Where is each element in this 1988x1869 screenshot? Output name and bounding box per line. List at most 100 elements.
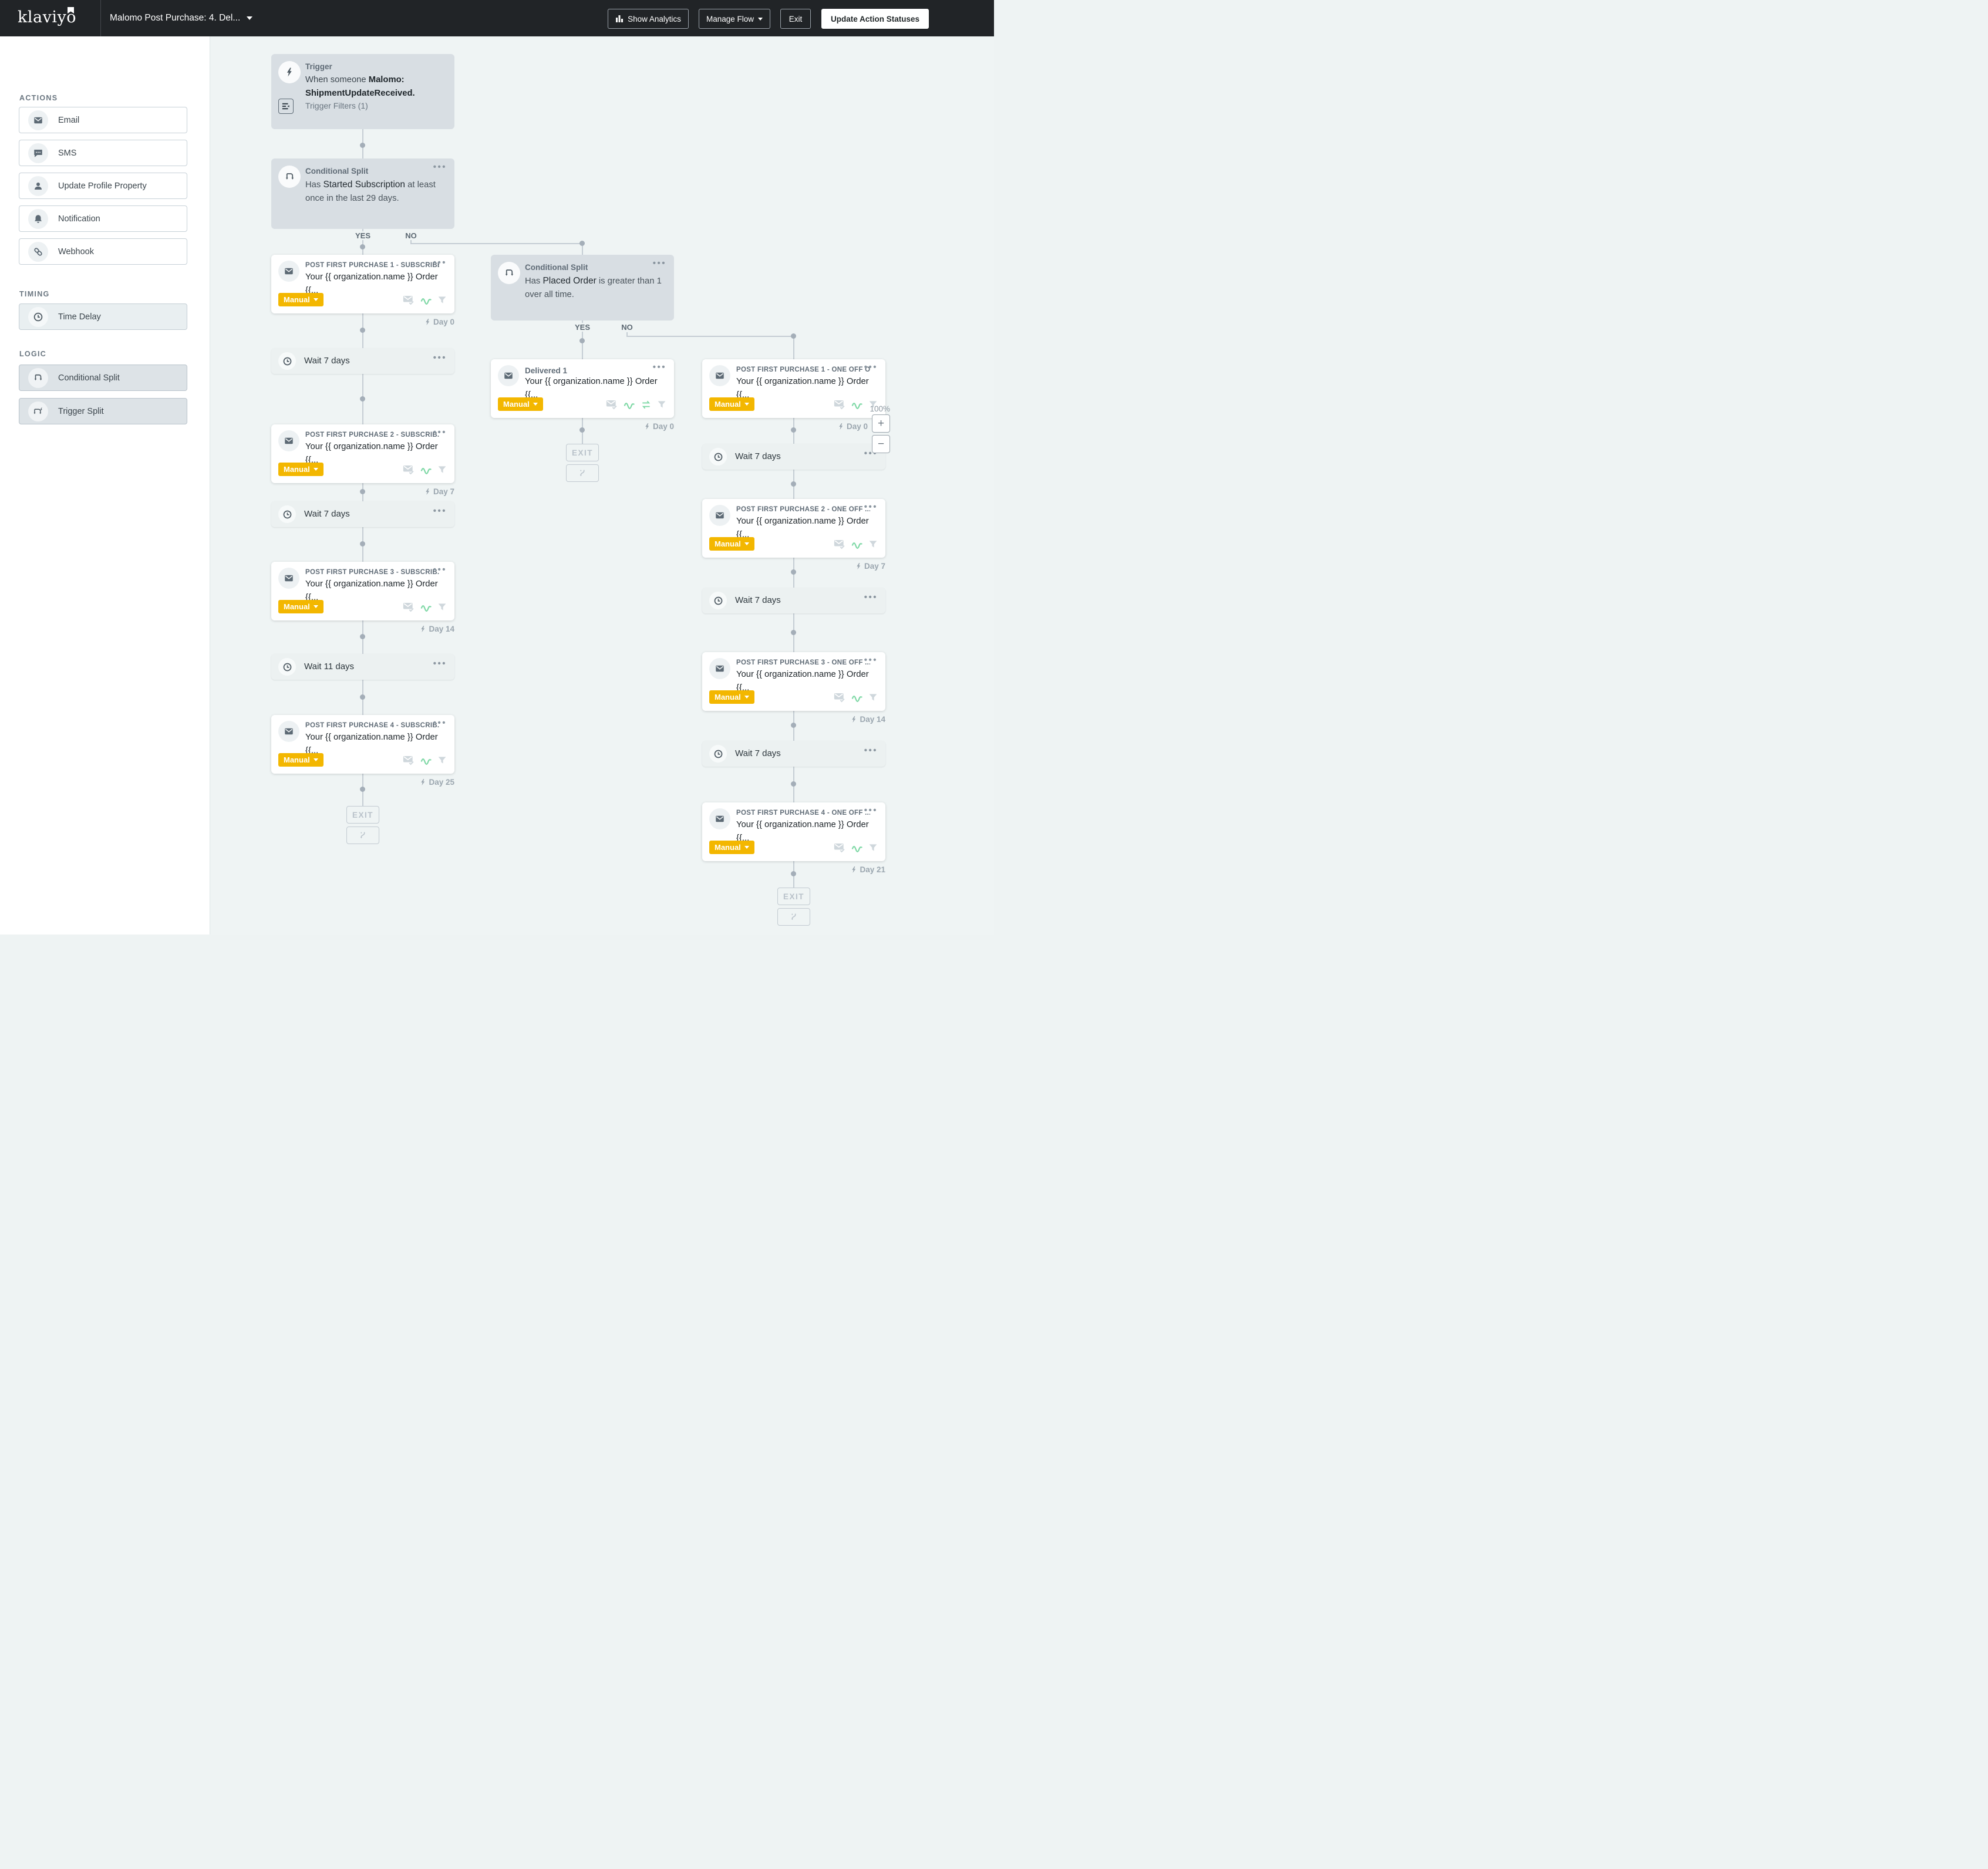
sidebar-item-update-profile-property[interactable]: Update Profile Property	[19, 173, 187, 199]
more-menu-icon[interactable]: •••	[433, 718, 447, 728]
more-menu-icon[interactable]: •••	[433, 353, 447, 363]
add-step-handle[interactable]	[791, 871, 796, 876]
time-delay-card[interactable]: Wait 7 days •••	[702, 741, 885, 767]
status-badge[interactable]: Manual	[278, 600, 324, 613]
add-step-handle[interactable]	[579, 241, 585, 246]
time-delay-card[interactable]: Wait 7 days •••	[702, 444, 885, 470]
time-delay-card[interactable]: Wait 7 days •••	[271, 348, 454, 374]
add-step-handle[interactable]	[791, 333, 796, 339]
topbar: klaviyo Malomo Post Purchase: 4. Del... …	[0, 0, 994, 36]
more-menu-icon[interactable]: •••	[433, 565, 447, 575]
analytics-squiggle-icon[interactable]	[624, 400, 635, 409]
email-card[interactable]: Delivered 1 ••• Your {{ organization.nam…	[491, 359, 674, 418]
add-step-handle[interactable]	[360, 541, 365, 546]
more-menu-icon[interactable]: •••	[653, 362, 666, 372]
add-step-handle[interactable]	[360, 489, 365, 494]
day-label: Day 21	[797, 865, 885, 874]
add-step-handle[interactable]	[579, 427, 585, 433]
split-text: Has	[525, 276, 543, 286]
add-step-handle[interactable]	[791, 569, 796, 575]
email-card[interactable]: POST FIRST PURCHASE 4 - ONE OFF ... ••• …	[702, 802, 885, 861]
analytics-squiggle-icon[interactable]	[420, 465, 432, 474]
analytics-squiggle-icon[interactable]	[420, 755, 432, 765]
sidebar-item-email[interactable]: Email	[19, 107, 187, 133]
more-menu-icon[interactable]: •••	[864, 362, 878, 372]
sidebar-item-time-delay[interactable]: Time Delay	[19, 303, 187, 330]
email-title: POST FIRST PURCHASE 3 - ONE OFF ...	[736, 659, 870, 666]
analytics-squiggle-icon[interactable]	[851, 693, 863, 702]
time-delay-card[interactable]: Wait 7 days •••	[702, 588, 885, 613]
analytics-squiggle-icon[interactable]	[851, 843, 863, 852]
filter-icon	[437, 295, 447, 305]
trigger-filters-label[interactable]: Trigger Filters (1)	[305, 101, 368, 110]
sidebar-section-logic: LOGIC	[19, 350, 46, 358]
email-card[interactable]: POST FIRST PURCHASE 3 - SUBSCRIB... ••• …	[271, 562, 454, 620]
status-badge[interactable]: Manual	[498, 397, 543, 411]
more-menu-icon[interactable]: •••	[433, 162, 447, 172]
sidebar-item-webhook[interactable]: Webhook	[19, 238, 187, 265]
analytics-squiggle-icon[interactable]	[420, 295, 432, 305]
conditional-split-card[interactable]: Conditional Split ••• Has Placed Order i…	[491, 255, 674, 321]
manage-flow-button[interactable]: Manage Flow	[699, 9, 770, 29]
add-step-handle[interactable]	[360, 396, 365, 402]
status-badge[interactable]: Manual	[278, 753, 324, 767]
sidebar-item-sms[interactable]: SMS	[19, 140, 187, 166]
caret-down-icon	[744, 542, 749, 545]
add-step-handle[interactable]	[791, 630, 796, 635]
show-analytics-button[interactable]: Show Analytics	[608, 9, 689, 29]
status-badge[interactable]: Manual	[278, 463, 324, 476]
zoom-in-button[interactable]: +	[872, 414, 890, 433]
add-step-handle[interactable]	[360, 328, 365, 333]
caret-down-icon	[744, 696, 749, 699]
analytics-squiggle-icon[interactable]	[851, 539, 863, 549]
status-badge[interactable]: Manual	[709, 537, 754, 551]
time-delay-card[interactable]: Wait 7 days •••	[271, 501, 454, 527]
add-step-handle[interactable]	[360, 694, 365, 700]
conditional-split-card[interactable]: Conditional Split ••• Has Started Subscr…	[271, 158, 454, 229]
add-step-handle[interactable]	[579, 338, 585, 343]
more-menu-icon[interactable]: •••	[433, 659, 447, 669]
sidebar-item-trigger-split[interactable]: Trigger Split	[19, 398, 187, 424]
more-menu-icon[interactable]: •••	[864, 805, 878, 815]
exit-button[interactable]: Exit	[780, 9, 811, 29]
filter-icon	[868, 539, 878, 549]
email-card[interactable]: POST FIRST PURCHASE 2 - SUBSCRIB... ••• …	[271, 424, 454, 483]
status-badge[interactable]: Manual	[709, 690, 754, 704]
add-step-handle[interactable]	[360, 143, 365, 148]
sidebar-item-notification[interactable]: Notification	[19, 205, 187, 232]
status-badge[interactable]: Manual	[278, 293, 324, 306]
more-menu-icon[interactable]: •••	[864, 592, 878, 602]
zoom-out-button[interactable]: −	[872, 435, 890, 453]
more-menu-icon[interactable]: •••	[433, 258, 447, 268]
email-card[interactable]: POST FIRST PURCHASE 3 - ONE OFF ... ••• …	[702, 652, 885, 711]
merge-node[interactable]	[566, 464, 599, 482]
email-title: Delivered 1	[525, 366, 659, 375]
add-step-handle[interactable]	[791, 723, 796, 728]
merge-node[interactable]	[346, 826, 379, 844]
more-menu-icon[interactable]: •••	[864, 745, 878, 755]
add-step-handle[interactable]	[791, 781, 796, 787]
email-card[interactable]: POST FIRST PURCHASE 4 - SUBSCRIB... ••• …	[271, 715, 454, 774]
trigger-filters-icon[interactable]	[278, 99, 294, 114]
sidebar-item-conditional-split[interactable]: Conditional Split	[19, 365, 187, 391]
more-menu-icon[interactable]: •••	[433, 427, 447, 437]
email-card[interactable]: POST FIRST PURCHASE 2 - ONE OFF ... ••• …	[702, 499, 885, 558]
more-menu-icon[interactable]: •••	[653, 258, 666, 268]
more-menu-icon[interactable]: •••	[433, 506, 447, 516]
add-step-handle[interactable]	[360, 244, 365, 249]
status-badge[interactable]: Manual	[709, 841, 754, 854]
more-menu-icon[interactable]: •••	[864, 502, 878, 512]
more-menu-icon[interactable]: •••	[864, 655, 878, 665]
merge-node[interactable]	[777, 908, 810, 926]
email-card[interactable]: POST FIRST PURCHASE 1 - SUBSCRIBER ••• Y…	[271, 255, 454, 313]
trigger-card[interactable]: Trigger When someone Malomo: ShipmentUpd…	[271, 54, 454, 129]
update-action-statuses-button[interactable]: Update Action Statuses	[821, 9, 929, 29]
analytics-squiggle-icon[interactable]	[420, 602, 432, 612]
flow-title-dropdown[interactable]: Malomo Post Purchase: 4. Del...	[110, 13, 240, 23]
add-step-handle[interactable]	[360, 634, 365, 639]
swap-arrows-icon[interactable]	[641, 400, 652, 410]
add-step-handle[interactable]	[360, 787, 365, 792]
add-step-handle[interactable]	[791, 481, 796, 487]
time-delay-card[interactable]: Wait 11 days •••	[271, 654, 454, 680]
status-badge[interactable]: Manual	[709, 397, 754, 411]
